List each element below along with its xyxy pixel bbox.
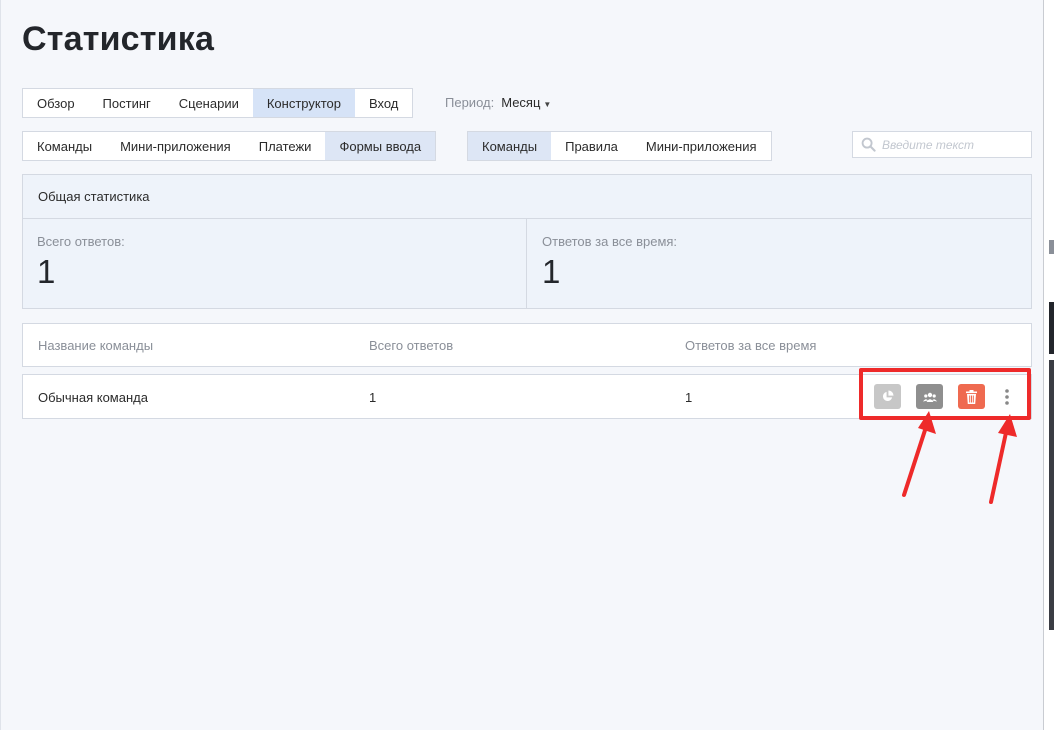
- tab-filter-rules[interactable]: Правила: [551, 132, 632, 160]
- trash-icon: [966, 389, 977, 404]
- table-header: Название команды Всего ответов Ответов з…: [22, 323, 1032, 367]
- caret-down-icon: ▼: [543, 100, 552, 109]
- period-value: Месяц: [501, 95, 541, 110]
- column-header-total: Всего ответов: [369, 338, 454, 353]
- stat-alltime-value: 1: [542, 253, 561, 290]
- delete-button[interactable]: [958, 384, 985, 409]
- tab-commands[interactable]: Команды: [23, 132, 106, 160]
- cell-alltime: 1: [685, 390, 693, 405]
- tab-filter-commands[interactable]: Команды: [468, 132, 552, 160]
- filter-tabs: Команды Правила Мини-приложения: [467, 131, 772, 161]
- tab-constructor[interactable]: Конструктор: [252, 89, 355, 117]
- general-stats-panel: Общая статистика Всего ответов: 1 Ответо…: [22, 174, 1032, 309]
- more-vertical-icon: [1005, 388, 1009, 405]
- tab-overview[interactable]: Обзор: [23, 89, 89, 117]
- users-button[interactable]: [916, 384, 943, 409]
- sub-tabs: Команды Мини-приложения Платежи Формы вв…: [22, 131, 437, 161]
- stat-total-label: Всего ответов:: [37, 234, 125, 249]
- column-header-alltime: Ответов за все время: [685, 338, 817, 353]
- tab-entry[interactable]: Вход: [355, 89, 412, 117]
- search-input[interactable]: [882, 137, 1022, 152]
- tab-input-forms[interactable]: Формы ввода: [325, 132, 436, 160]
- tab-posting[interactable]: Постинг: [89, 89, 165, 117]
- page-title: Статистика: [22, 20, 215, 58]
- period-dropdown[interactable]: Месяц ▼: [501, 95, 551, 110]
- users-icon: [922, 392, 937, 402]
- period-selector: Период: Месяц ▼: [445, 95, 551, 110]
- main-tabs: Обзор Постинг Сценарии Конструктор Вход: [22, 88, 414, 118]
- column-header-name: Название команды: [38, 338, 154, 353]
- more-button[interactable]: [997, 384, 1017, 409]
- stat-alltime-label: Ответов за все время:: [542, 234, 678, 249]
- stat-total-value: 1: [37, 253, 56, 290]
- adjacent-window-strip: [1049, 302, 1054, 354]
- search-box: [852, 131, 1032, 158]
- tab-scenarios[interactable]: Сценарии: [165, 89, 253, 117]
- stats-button[interactable]: [874, 384, 901, 409]
- cell-command-name: Обычная команда: [38, 390, 148, 405]
- search-icon: [861, 137, 876, 152]
- stat-alltime: Ответов за все время: 1: [526, 219, 1031, 308]
- general-stats-header: Общая статистика: [23, 175, 1031, 219]
- adjacent-window-strip: [1049, 240, 1054, 254]
- tab-mini-apps[interactable]: Мини-приложения: [106, 132, 245, 160]
- cell-total: 1: [369, 390, 377, 405]
- period-label: Период:: [445, 95, 495, 110]
- tab-filter-mini-apps[interactable]: Мини-приложения: [632, 132, 771, 160]
- stat-total: Всего ответов: 1: [23, 219, 526, 308]
- tab-payments[interactable]: Платежи: [245, 132, 326, 160]
- pie-chart-icon: [882, 390, 894, 402]
- page: Статистика Обзор Постинг Сценарии Констр…: [0, 0, 1043, 730]
- row-actions: [874, 384, 1032, 409]
- adjacent-window-strip: [1049, 360, 1054, 630]
